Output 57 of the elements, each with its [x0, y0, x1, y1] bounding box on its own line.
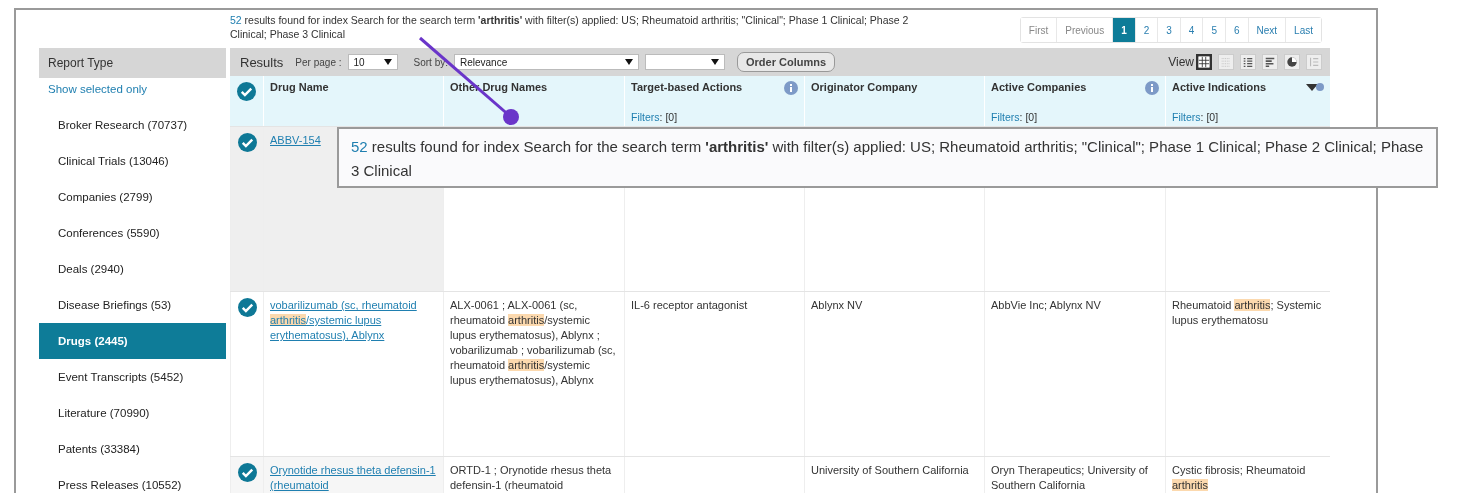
sidebar-item[interactable]: Deals (2940): [39, 251, 226, 287]
sidebar-item[interactable]: Disease Briefings (53): [39, 287, 226, 323]
view-bar-chart-icon[interactable]: [1262, 54, 1278, 70]
view-dotted-grid-icon[interactable]: [1218, 54, 1234, 70]
view-label: View: [1168, 55, 1194, 69]
sidebar-title: Report Type: [39, 48, 226, 78]
table-cell-text: ALX-0061 ; ALX-0061 (sc, rheumatoid arthritis/systemic lupus erythematosus), Ablynx ; vobarilizumab ; vobarilizumab (sc, rheumatoid arthritis/systemic lupus erythematosus), Ablynx: [450, 298, 617, 388]
sidebar-item[interactable]: Patents (33384): [39, 431, 226, 467]
info-icon[interactable]: [1145, 81, 1159, 95]
table-cell-text: AbbVie Inc; Ablynx NV: [991, 298, 1101, 313]
checked-circle-icon[interactable]: [237, 82, 256, 101]
sidebar-item[interactable]: Event Transcripts (5452): [39, 359, 226, 395]
info-icon[interactable]: [784, 81, 798, 95]
table-cell-text: Rheumatoid arthritis; Systemic lupus erythematosu: [1172, 298, 1323, 328]
column-header[interactable]: Drug Name: [270, 81, 329, 93]
results-summary: 52 results found for index Search for the search term 'arthritis' with filter(s) applied: US; Rheumatoid arthritis; "Clinical"; Phase 1 Clinical; Phase 2 Clinical; Phase 3 Clinical: [230, 13, 910, 41]
filters-link[interactable]: Filters: [0]: [631, 111, 798, 123]
view-grid-icon[interactable]: [1196, 54, 1212, 70]
caret-icon[interactable]: [711, 59, 719, 65]
view-pie-chart-icon[interactable]: [1284, 54, 1300, 70]
table-cell-text: Cystic fibrosis; Rheumatoid arthritis: [1172, 463, 1307, 493]
sidebar-item[interactable]: Press Releases (10552): [39, 467, 226, 493]
filters-link[interactable]: Filters: [0]: [1172, 111, 1324, 123]
dropdown-icon[interactable]: [1306, 81, 1324, 93]
sidebar-item[interactable]: Companies (2799): [39, 179, 226, 215]
table-cell-text: University of Southern California: [811, 463, 969, 478]
checked-circle-icon[interactable]: [237, 298, 257, 317]
filters-link[interactable]: Filters: [0]: [991, 111, 1159, 123]
page-button[interactable]: Last: [1285, 18, 1321, 42]
column-header[interactable]: Active Indications: [1172, 81, 1267, 93]
checked-circle-icon[interactable]: [237, 133, 257, 152]
per-page-label: Per page :: [295, 56, 342, 68]
caret-icon[interactable]: [625, 59, 633, 65]
column-header[interactable]: Active Companies: [991, 81, 1087, 93]
order-columns-button[interactable]: Order Columns: [737, 52, 836, 72]
column-header[interactable]: Target-based Actions: [631, 81, 743, 93]
page-button[interactable]: 1: [1112, 18, 1135, 42]
per-page-select[interactable]: 10: [347, 54, 398, 70]
checked-circle-icon[interactable]: [237, 463, 257, 482]
sidebar-item[interactable]: Drugs (2445): [39, 323, 226, 359]
table-cell-text: ORTD-1 ; Orynotide rhesus theta defensin-1 (rheumatoid: [450, 463, 613, 493]
drug-name-link[interactable]: vobarilizumab (sc, rheumatoid arthritis/systemic lupus erythematosus), Ablynx: [270, 298, 437, 343]
caret-icon[interactable]: [383, 59, 392, 65]
sidebar-item[interactable]: Conferences (5590): [39, 215, 226, 251]
sidebar-item[interactable]: Broker Research (70737): [39, 107, 226, 143]
show-selected-link[interactable]: Show selected only: [39, 78, 226, 107]
sort-select[interactable]: Relevance: [454, 54, 639, 70]
sidebar-item[interactable]: Clinical Trials (13046): [39, 143, 226, 179]
table-cell-text: Oryn Therapeutics; University of Southern California: [991, 463, 1149, 493]
results-title: Results: [240, 54, 284, 70]
view-list-icon[interactable]: [1240, 54, 1256, 70]
column-header[interactable]: Originator Company: [811, 81, 918, 93]
sidebar-item[interactable]: Literature (70990): [39, 395, 226, 431]
table-cell-text: Ablynx NV: [811, 298, 863, 313]
table-cell-text: IL-6 receptor antagonist: [631, 298, 748, 313]
drug-name-link[interactable]: ABBV-154: [270, 133, 321, 148]
summary-tooltip: 52 results found for index Search for the search term 'arthritis' with filter(s) applied: US; Rheumatoid arthritis; "Clinical"; Phase 1 Clinical; Phase 2 Clinical; Phase 3 Clinical: [337, 127, 1438, 188]
